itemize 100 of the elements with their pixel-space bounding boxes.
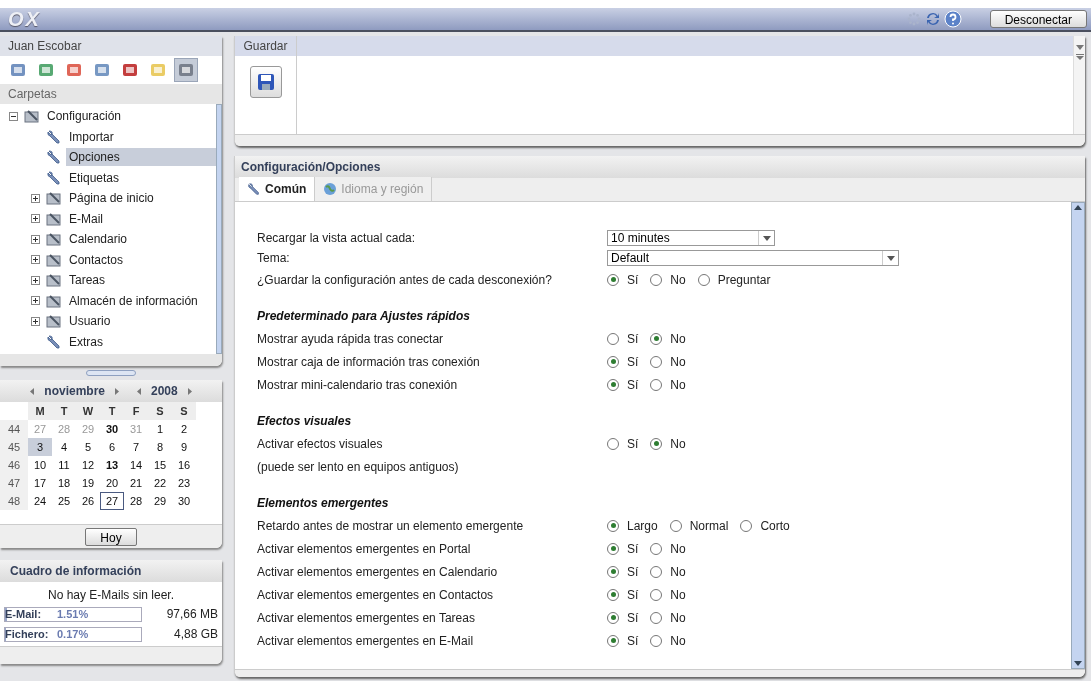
radio-button[interactable]	[607, 332, 619, 345]
setting-label: Activar elementos emergentes en Calendario	[257, 563, 499, 581]
scrollbar[interactable]	[1071, 202, 1085, 669]
radio-label: No	[670, 586, 686, 604]
calendar-day[interactable]: 6	[100, 438, 124, 456]
radio-button[interactable]	[669, 519, 682, 532]
save-button[interactable]	[249, 66, 282, 98]
logout-button[interactable]: Desconectar	[989, 10, 1087, 28]
folder-item[interactable]: Etiquetas	[66, 168, 123, 187]
radio-button[interactable]	[607, 437, 619, 450]
tab[interactable]: Común	[239, 177, 316, 201]
calendar-day[interactable]: 4	[52, 438, 76, 456]
next-year-arrow[interactable]	[187, 387, 192, 395]
collapse-toggle-icon[interactable]	[8, 111, 18, 121]
radio-button[interactable]	[740, 519, 753, 532]
radio-button[interactable]	[607, 611, 619, 624]
radio-button[interactable]	[650, 611, 663, 624]
calendar-day[interactable]: 14	[124, 456, 148, 474]
scrollbar[interactable]	[216, 104, 222, 354]
user-name: Juan Escobar	[0, 36, 222, 56]
help-icon[interactable]	[943, 10, 962, 28]
expand-toggle-icon[interactable]	[30, 193, 40, 203]
calendar-day[interactable]: 24	[28, 492, 52, 510]
dropdown[interactable]: Default	[607, 250, 899, 266]
folder-item[interactable]: Calendario	[66, 230, 131, 249]
calendar-day[interactable]: 12	[76, 456, 100, 474]
folder-item[interactable]: Importar	[66, 127, 117, 146]
radio-button[interactable]	[650, 565, 663, 578]
resize-handle[interactable]	[86, 370, 136, 376]
calendar-day[interactable]: 1	[148, 420, 172, 438]
radio-button[interactable]	[607, 588, 619, 601]
radio-button[interactable]	[607, 273, 619, 286]
calendar-day[interactable]: 7	[124, 438, 148, 456]
calendar-day[interactable]: 28	[124, 492, 148, 510]
radio-button[interactable]	[650, 634, 663, 647]
expand-toggle-icon[interactable]	[30, 214, 40, 224]
calendar-day[interactable]: 19	[76, 474, 100, 492]
calendar-day[interactable]: 20	[100, 474, 124, 492]
calendar-day[interactable]: 2	[172, 420, 196, 438]
expand-toggle-icon[interactable]	[30, 296, 40, 306]
radio-button[interactable]	[697, 273, 710, 286]
calendar-day[interactable]: 8	[148, 438, 172, 456]
scroll-down-icon[interactable]	[1074, 661, 1082, 666]
expand-toggle-icon[interactable]	[30, 234, 40, 244]
calendar-day[interactable]: 30	[172, 492, 196, 510]
expand-toggle-icon[interactable]	[30, 316, 40, 326]
folder-item[interactable]: E-Mail	[66, 209, 106, 228]
expand-toggle-icon[interactable]	[30, 275, 40, 285]
radio-button[interactable]	[650, 332, 663, 345]
folder-item[interactable]: Tareas	[66, 271, 109, 290]
calendar-day[interactable]: 25	[52, 492, 76, 510]
folder-item[interactable]: Configuración	[44, 107, 125, 126]
folder-item[interactable]: Opciones	[66, 148, 216, 167]
unread-message: No hay E-Mails sin leer.	[46, 587, 175, 604]
radio-button[interactable]	[650, 273, 663, 286]
previous-month-arrow[interactable]	[30, 387, 35, 395]
folder-item[interactable]: Almacén de información	[66, 291, 201, 310]
radio-button[interactable]	[607, 634, 619, 647]
folders-heading: Carpetas	[0, 84, 222, 104]
week-number: 46	[0, 456, 28, 474]
calendar-day[interactable]: 26	[76, 492, 100, 510]
week-number: 45	[0, 438, 28, 456]
calendar-day[interactable]: 16	[172, 456, 196, 474]
scroll-up-icon[interactable]	[1074, 205, 1082, 210]
calendar-day[interactable]: 29	[148, 492, 172, 510]
calendar-day[interactable]: 5	[76, 438, 100, 456]
radio-button[interactable]	[607, 355, 619, 368]
radio-button[interactable]	[650, 378, 663, 391]
previous-year-arrow[interactable]	[137, 387, 141, 395]
folder-item[interactable]: Usuario	[66, 312, 114, 331]
calendar-day[interactable]: 17	[28, 474, 52, 492]
dropdown-arrow-icon[interactable]	[1075, 45, 1084, 50]
radio-button[interactable]	[607, 519, 619, 532]
calendar-day[interactable]: 10	[28, 456, 52, 474]
radio-button[interactable]	[607, 565, 619, 578]
radio-button[interactable]	[650, 437, 663, 450]
calendar-day[interactable]: 21	[124, 474, 148, 492]
expand-toggle-icon[interactable]	[30, 255, 40, 265]
dropdown[interactable]: 10 minutes	[607, 230, 775, 246]
folder-item[interactable]: Extras	[66, 332, 106, 351]
calendar-day[interactable]: 30	[100, 420, 124, 438]
calendar-day[interactable]: 13	[100, 456, 124, 474]
next-month-arrow[interactable]	[115, 387, 119, 395]
calendar-day[interactable]: 15	[148, 456, 172, 474]
calendar-day[interactable]: 27	[100, 492, 124, 510]
calendar-day[interactable]: 9	[172, 438, 196, 456]
calendar-day[interactable]: 11	[52, 456, 76, 474]
radio-button[interactable]	[607, 378, 619, 391]
calendar-day[interactable]: 3	[28, 438, 52, 456]
folder-item[interactable]: Contactos	[66, 250, 127, 269]
radio-button[interactable]	[650, 542, 663, 555]
today-button[interactable]: Hoy	[85, 527, 137, 546]
calendar-day[interactable]: 22	[148, 474, 172, 492]
radio-button[interactable]	[607, 542, 619, 555]
overflow-menu-icon[interactable]	[1075, 54, 1084, 60]
calendar-day[interactable]: 23	[172, 474, 196, 492]
folder-item[interactable]: Página de inicio	[66, 189, 157, 208]
calendar-day[interactable]: 18	[52, 474, 76, 492]
radio-button[interactable]	[650, 588, 663, 601]
radio-button[interactable]	[650, 355, 663, 368]
